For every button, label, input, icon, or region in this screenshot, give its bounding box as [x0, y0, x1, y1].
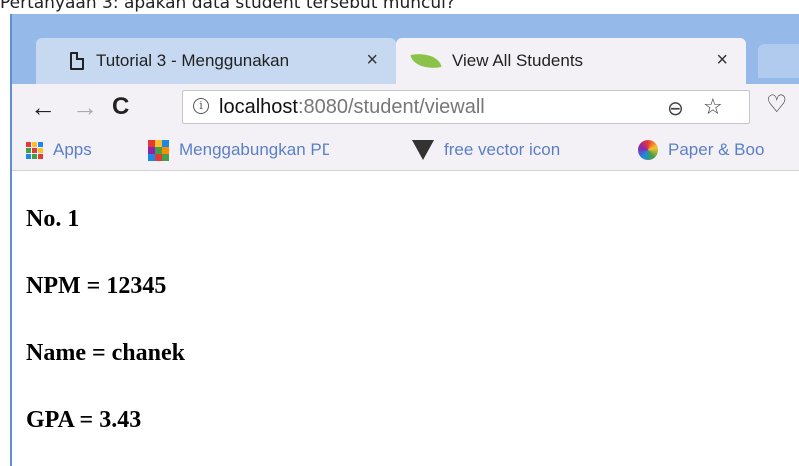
bookmark-label: Apps — [53, 140, 92, 159]
tab-title: View All Students — [452, 51, 584, 70]
url-host: localhost — [219, 96, 298, 118]
info-icon[interactable]: i — [193, 98, 209, 114]
bookmark-vector[interactable]: free vector icon — [412, 139, 560, 161]
tab-title: Tutorial 3 - Menggunakan — [96, 51, 290, 70]
heart-icon[interactable]: ♡ — [766, 90, 788, 119]
bookmark-paper[interactable]: Paper & Boo — [638, 139, 764, 161]
star-icon[interactable]: ☆ — [703, 94, 723, 120]
paper-icon — [638, 140, 658, 160]
toolbar: ← → C i localhost:8080/student/viewall ⊖… — [10, 84, 799, 130]
close-icon[interactable]: × — [366, 49, 378, 72]
student-npm: NPM = 12345 — [26, 273, 167, 299]
bookmark-label: Menggabungkan PDF — [179, 140, 329, 159]
back-button[interactable]: ← — [30, 90, 56, 124]
student-number: No. 1 — [26, 206, 80, 232]
bookmark-label: free vector icon — [444, 140, 561, 159]
apps-icon — [26, 141, 43, 159]
page-caption: Pertanyaan 3: apakah data student terseb… — [0, 0, 455, 13]
url-text[interactable]: localhost:8080/student/viewall — [219, 96, 485, 119]
browser-window: Tutorial 3 - Menggunakan × View All Stud… — [10, 14, 799, 466]
tab-tutorial[interactable]: Tutorial 3 - Menggunakan × — [36, 38, 396, 84]
student-gpa: GPA = 3.43 — [26, 407, 142, 433]
zoom-out-icon[interactable]: ⊖ — [667, 96, 684, 121]
window-border — [10, 14, 12, 466]
forward-button[interactable]: → — [72, 90, 98, 124]
tab-view-all-students[interactable]: View All Students × — [396, 38, 746, 84]
bookmark-apps[interactable]: Apps — [26, 139, 92, 161]
reload-button[interactable]: C — [112, 90, 129, 124]
vector-icon — [412, 140, 434, 160]
bookmark-pdf[interactable]: Menggabungkan PDF — [148, 139, 329, 161]
spring-leaf-icon — [410, 49, 442, 73]
url-path: :8080/student/viewall — [297, 96, 485, 118]
close-icon[interactable]: × — [716, 49, 728, 72]
bookmark-label: Paper & Boo — [668, 140, 765, 159]
address-bar[interactable]: i localhost:8080/student/viewall ⊖ ☆ — [182, 90, 750, 124]
tab-strip: Tutorial 3 - Menggunakan × View All Stud… — [10, 14, 799, 84]
document-icon — [70, 52, 84, 70]
pdf-merge-icon — [148, 139, 169, 161]
student-name: Name = chanek — [26, 340, 185, 366]
new-tab-button[interactable] — [758, 44, 799, 78]
bookmarks-bar: Apps Menggabungkan PDF free vector icon … — [10, 130, 799, 171]
